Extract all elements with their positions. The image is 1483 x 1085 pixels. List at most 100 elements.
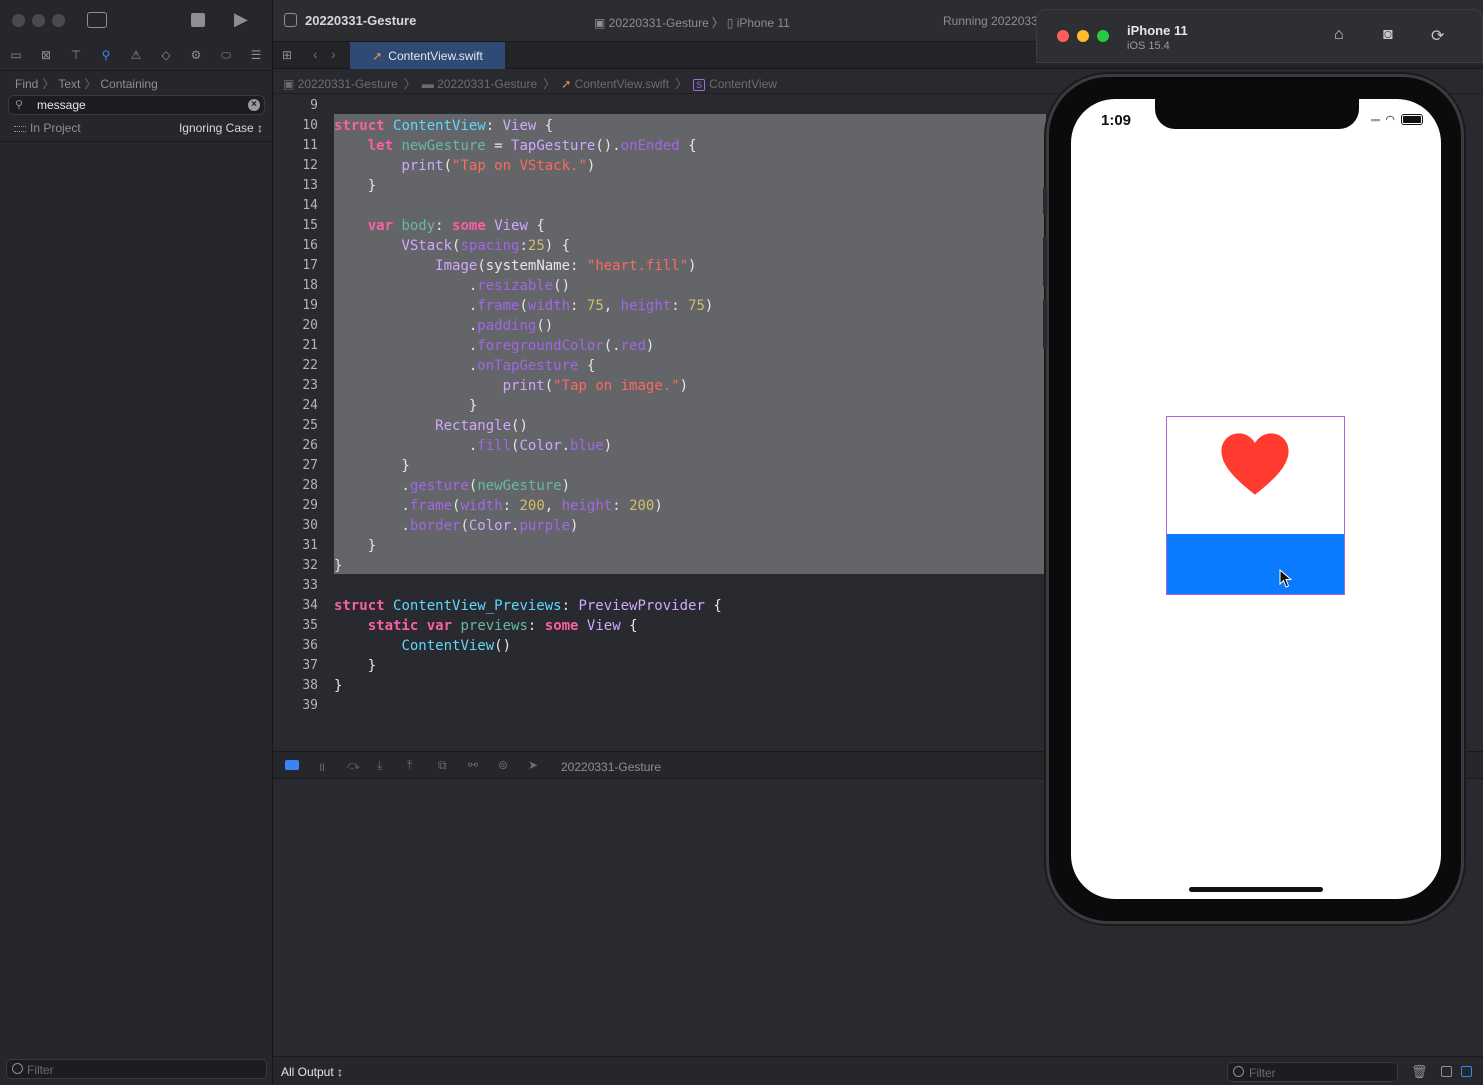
code-text[interactable]: Rectangle() <box>334 416 528 436</box>
related-items-icon[interactable]: ⊞ <box>282 48 292 62</box>
simulator-zoom-button[interactable] <box>1097 30 1109 42</box>
view-hierarchy-icon[interactable]: ⧉ <box>438 758 447 773</box>
heart-icon[interactable] <box>1220 429 1290 499</box>
code-text[interactable]: .resizable() <box>334 276 570 296</box>
issue-navigator-icon[interactable]: ⚠ <box>126 48 146 62</box>
code-text[interactable]: .onTapGesture { <box>334 356 595 376</box>
output-mode-select[interactable]: All Output ↕ <box>281 1065 343 1079</box>
window-close-button[interactable] <box>12 14 25 27</box>
code-text[interactable]: ContentView() <box>334 636 511 656</box>
pause-icon[interactable]: ॥ <box>318 758 325 775</box>
report-navigator-icon[interactable]: ☰ <box>246 48 266 62</box>
code-text[interactable]: VStack(spacing:25) { <box>334 236 570 256</box>
code-text[interactable]: struct ContentView: View { <box>334 116 553 136</box>
search-navigator-icon[interactable]: ⚲ <box>96 48 116 62</box>
tab-contentview-swift[interactable]: ➚ ContentView.swift <box>350 42 505 69</box>
simulator-close-button[interactable] <box>1057 30 1069 42</box>
code-text[interactable]: static var previews: some View { <box>334 616 638 636</box>
device-screen[interactable]: 1:09 ▪▪▪▪ ◠ <box>1071 99 1441 899</box>
step-into-icon[interactable]: ⤓ <box>377 758 382 773</box>
find-breadcrumb[interactable]: Find 〉 Text 〉 Containing <box>15 75 158 92</box>
back-icon[interactable]: ‹ <box>313 46 318 62</box>
case-sensitivity-select[interactable]: Ignoring Case ↕ <box>179 121 263 135</box>
scheme-project[interactable]: 20220331-Gesture <box>609 16 709 30</box>
code-text[interactable]: print("Tap on image.") <box>334 376 688 396</box>
source-control-icon[interactable]: ⊠ <box>36 48 56 62</box>
navigator-filter-field[interactable]: Filter <box>6 1059 267 1079</box>
code-text[interactable]: .gesture(newGesture) <box>334 476 570 496</box>
debug-navigator-icon[interactable]: ⚙ <box>186 48 206 62</box>
code-text[interactable]: print("Tap on VStack.") <box>334 156 595 176</box>
search-value[interactable]: message <box>37 98 86 112</box>
test-navigator-icon[interactable]: ◇ <box>156 48 176 62</box>
code-text[interactable]: .frame(width: 200, height: 200) <box>334 496 662 516</box>
jumpbar-file[interactable]: ContentView.swift <box>575 77 670 91</box>
jumpbar-project[interactable]: 20220331-Gesture <box>298 77 398 91</box>
window-zoom-button[interactable] <box>52 14 65 27</box>
jumpbar-group[interactable]: 20220331-Gesture <box>437 77 537 91</box>
breakpoints-toggle-icon[interactable] <box>285 760 299 770</box>
line-number: 25 <box>302 418 318 433</box>
environment-overrides-icon[interactable]: ⊜ <box>498 758 508 772</box>
line-number: 12 <box>302 158 318 173</box>
code-text[interactable]: struct ContentView_Previews: PreviewProv… <box>334 596 722 616</box>
find-match[interactable]: Containing <box>100 77 157 91</box>
iphone-device-frame: 1:09 ▪▪▪▪ ◠ <box>1043 74 1464 924</box>
line-number: 39 <box>302 698 318 713</box>
symbol-navigator-icon[interactable]: ⊤ <box>66 48 86 62</box>
code-text[interactable]: .frame(width: 75, height: 75) <box>334 296 714 316</box>
code-text[interactable]: } <box>334 656 376 676</box>
trash-icon[interactable]: 🗑 <box>1411 1064 1428 1080</box>
folder-icon[interactable]: ▭ <box>6 48 26 62</box>
sidebar-toggle-icon[interactable] <box>87 12 107 28</box>
window-minimize-button[interactable] <box>32 14 45 27</box>
mute-switch[interactable] <box>1043 187 1047 215</box>
home-icon[interactable]: ⌂ <box>1334 26 1344 44</box>
breakpoint-navigator-icon[interactable]: ⬭ <box>216 48 236 63</box>
code-text[interactable]: } <box>334 676 342 696</box>
volume-down-button[interactable] <box>1043 299 1047 349</box>
line-number: 34 <box>302 598 318 613</box>
forward-icon[interactable]: › <box>331 46 336 62</box>
search-scope[interactable]: In Project <box>14 121 81 135</box>
line-number: 26 <box>302 438 318 453</box>
rotate-icon[interactable]: ⟳ <box>1431 26 1444 46</box>
wifi-icon: ◠ <box>1385 114 1395 126</box>
blue-rectangle[interactable] <box>1167 534 1344 594</box>
scheme-selector[interactable]: ▣ 20220331-Gesture 〉 ▯ iPhone 11 <box>594 14 790 31</box>
code-text[interactable]: } <box>334 396 477 416</box>
code-text[interactable]: } <box>334 536 376 556</box>
step-out-icon[interactable]: ⤒ <box>407 758 412 773</box>
home-indicator[interactable] <box>1189 887 1323 892</box>
find-kind[interactable]: Text <box>58 77 80 91</box>
find-mode[interactable]: Find <box>15 77 38 91</box>
variables-view-toggle-icon[interactable] <box>1441 1066 1452 1077</box>
volume-up-button[interactable] <box>1043 237 1047 287</box>
code-text[interactable]: .foregroundColor(.red) <box>334 336 654 356</box>
code-text[interactable]: } <box>334 556 342 576</box>
console-filter-field[interactable]: Filter <box>1227 1062 1398 1082</box>
run-button[interactable]: ▶ <box>234 9 248 30</box>
search-input[interactable]: ⚲ message × <box>8 95 265 115</box>
debug-target[interactable]: 20220331-Gesture <box>561 760 661 774</box>
code-text[interactable]: .fill(Color.blue) <box>334 436 612 456</box>
code-text[interactable]: .border(Color.purple) <box>334 516 578 536</box>
code-text[interactable]: var body: some View { <box>334 216 545 236</box>
step-over-icon[interactable]: ⤼ <box>347 758 360 773</box>
stop-button[interactable] <box>191 13 205 27</box>
screenshot-icon[interactable]: ◙ <box>1383 26 1393 44</box>
code-text[interactable]: let newGesture = TapGesture().onEnded { <box>334 136 697 156</box>
simulator-minimize-button[interactable] <box>1077 30 1089 42</box>
location-icon[interactable]: ➤ <box>528 758 538 772</box>
swift-file-icon: ➚ <box>372 48 383 63</box>
code-text[interactable]: Image(systemName: "heart.fill") <box>334 256 696 276</box>
code-text[interactable]: .padding() <box>334 316 553 336</box>
code-text[interactable]: } <box>334 176 376 196</box>
jumpbar-symbol[interactable]: ContentView <box>709 77 777 91</box>
memory-graph-icon[interactable]: ⚯ <box>468 758 478 772</box>
scheme-device[interactable]: iPhone 11 <box>737 16 790 30</box>
vstack-frame[interactable] <box>1166 416 1345 595</box>
code-text[interactable]: } <box>334 456 409 476</box>
console-view-toggle-icon[interactable] <box>1461 1066 1472 1077</box>
clear-search-icon[interactable]: × <box>248 99 260 111</box>
